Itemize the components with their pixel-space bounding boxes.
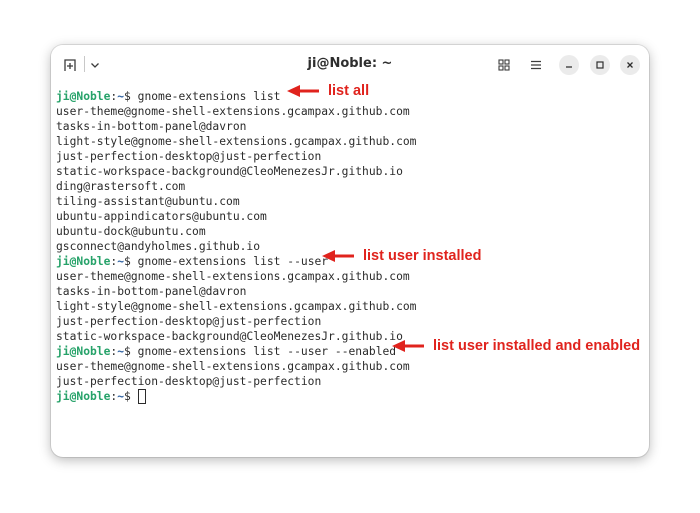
prompt-symbol: $ [124, 255, 138, 268]
close-icon [627, 62, 633, 68]
command-text: gnome-extensions list --user [137, 255, 329, 268]
annotation-label: list user installed [363, 248, 482, 264]
output-line: tasks-in-bottom-panel@davron [56, 120, 247, 133]
maximize-button[interactable] [590, 55, 610, 75]
output-line: user-theme@gnome-shell-extensions.gcampa… [56, 270, 410, 283]
prompt-symbol: $ [124, 90, 138, 103]
command-line: ji@Noble:~$ gnome-extensions list [56, 89, 280, 104]
left-arrow-icon [287, 85, 319, 97]
output-line: tasks-in-bottom-panel@davron [56, 285, 247, 298]
output-line: ubuntu-dock@ubuntu.com [56, 225, 206, 238]
hamburger-menu-icon [531, 60, 541, 70]
minimize-button[interactable] [559, 55, 579, 75]
command-line: ji@Noble:~$ gnome-extensions list --user… [56, 344, 396, 359]
left-arrow-icon [322, 250, 354, 262]
command-text: gnome-extensions list [137, 90, 281, 103]
output-line: light-style@gnome-shell-extensions.gcamp… [56, 300, 417, 313]
close-button[interactable] [620, 55, 640, 75]
main-menu-button[interactable] [525, 54, 547, 76]
output-line: user-theme@gnome-shell-extensions.gcampa… [56, 360, 410, 373]
minimize-icon [566, 66, 572, 68]
annotation-list-user: list user installed [321, 248, 481, 264]
maximize-icon [596, 61, 604, 69]
output-line: gsconnect@andyholmes.github.io [56, 240, 261, 253]
terminal-output[interactable]: ji@Noble:~$ gnome-extensions list user-t… [56, 83, 646, 449]
command-line: ji@Noble:~$ gnome-extensions list --user [56, 254, 328, 269]
terminal-window: ji@Noble: ~ ji@Noble:~$ gnome-extensions… [51, 45, 649, 457]
tab-overview-button[interactable] [493, 54, 515, 76]
output-line: light-style@gnome-shell-extensions.gcamp… [56, 135, 417, 148]
annotation-label: list user installed and enabled [433, 338, 641, 354]
output-line: ubuntu-appindicators@ubuntu.com [56, 210, 267, 223]
left-arrow-icon [392, 340, 424, 352]
output-line: user-theme@gnome-shell-extensions.gcampa… [56, 105, 410, 118]
prompt-user: ji@Noble [56, 390, 111, 403]
text-cursor [138, 389, 146, 404]
command-line: ji@Noble:~$ [56, 389, 138, 404]
output-line: just-perfection-desktop@just-perfection [56, 315, 322, 328]
prompt-symbol: $ [124, 345, 138, 358]
prompt-user: ji@Noble [56, 345, 111, 358]
output-line: tiling-assistant@ubuntu.com [56, 195, 240, 208]
command-text: gnome-extensions list --user --enabled [137, 345, 397, 358]
output-line: just-perfection-desktop@just-perfection [56, 150, 322, 163]
prompt-user: ji@Noble [56, 255, 111, 268]
annotation-list-all: list all [286, 83, 369, 99]
annotation-label: list all [328, 83, 370, 99]
prompt-symbol: $ [124, 390, 138, 403]
prompt-user: ji@Noble [56, 90, 111, 103]
grid-view-icon [498, 59, 510, 71]
output-line: ding@rastersoft.com [56, 180, 186, 193]
output-line: just-perfection-desktop@just-perfection [56, 375, 322, 388]
output-line: static-workspace-background@CleoMenezesJ… [56, 165, 403, 178]
output-line: static-workspace-background@CleoMenezesJ… [56, 330, 403, 343]
annotation-list-enabled: list user installed and enabled [391, 338, 640, 354]
titlebar: ji@Noble: ~ [51, 45, 649, 83]
